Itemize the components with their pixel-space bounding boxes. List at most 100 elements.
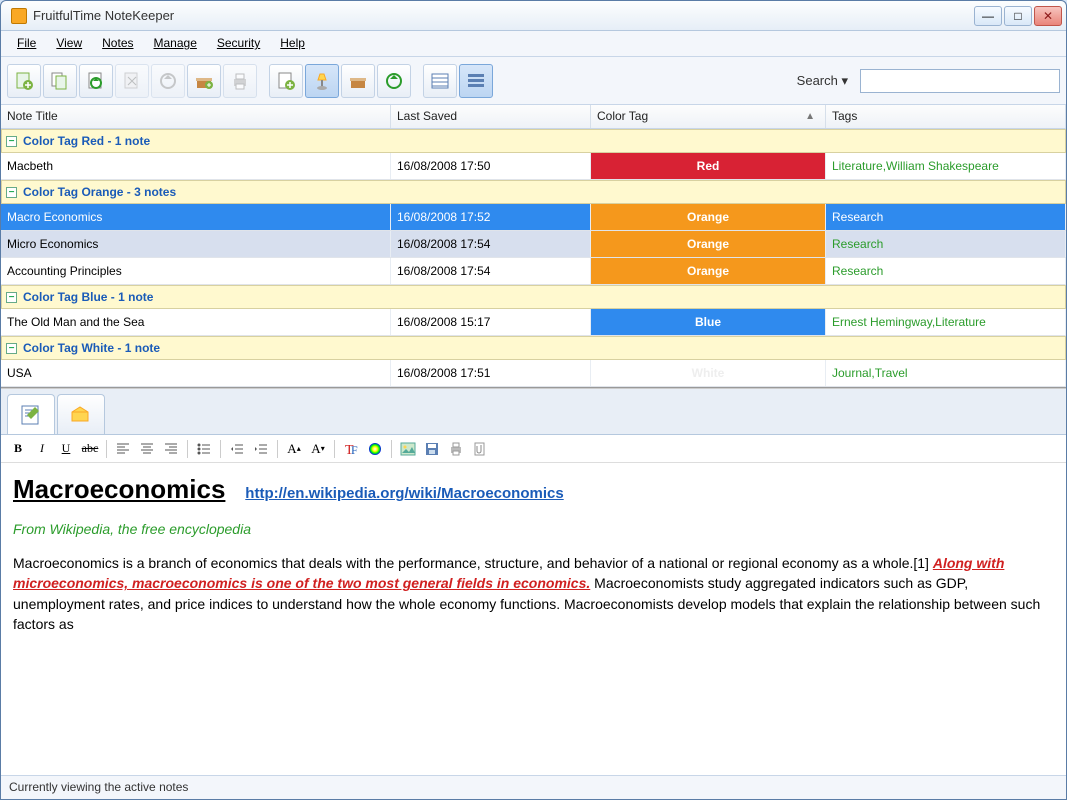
cell-title: The Old Man and the Sea: [1, 309, 391, 335]
restore-button[interactable]: [151, 64, 185, 98]
collapse-icon[interactable]: −: [6, 343, 17, 354]
cell-color-tag: Red: [591, 153, 826, 179]
cell-saved: 16/08/2008 17:54: [391, 231, 591, 257]
note-row[interactable]: Macro Economics16/08/2008 17:52OrangeRes…: [1, 204, 1066, 231]
editor-content[interactable]: Macroeconomics http://en.wikipedia.org/w…: [1, 463, 1066, 775]
cell-tags: Research: [826, 231, 1066, 257]
column-note-title[interactable]: Note Title: [1, 105, 391, 128]
align-left-button[interactable]: [112, 438, 134, 460]
menu-help[interactable]: Help: [270, 31, 315, 56]
strikethrough-button[interactable]: abc: [79, 438, 101, 460]
font-increase-button[interactable]: A▴: [283, 438, 305, 460]
new-note-button[interactable]: [7, 64, 41, 98]
cell-title: Macro Economics: [1, 204, 391, 230]
close-button[interactable]: ✕: [1034, 6, 1062, 26]
bold-button[interactable]: B: [7, 438, 29, 460]
align-center-button[interactable]: [136, 438, 158, 460]
group-header[interactable]: −Color Tag Red - 1 note: [1, 129, 1066, 153]
group-header[interactable]: −Color Tag Blue - 1 note: [1, 285, 1066, 309]
app-window: FruitfulTime NoteKeeper — □ ✕ File View …: [0, 0, 1067, 800]
save-button[interactable]: [421, 438, 443, 460]
cell-title: Micro Economics: [1, 231, 391, 257]
view-list-button[interactable]: [423, 64, 457, 98]
menu-security[interactable]: Security: [207, 31, 270, 56]
toolbar: Search ▾: [1, 57, 1066, 105]
insert-image-button[interactable]: [397, 438, 419, 460]
window-title: FruitfulTime NoteKeeper: [33, 8, 974, 23]
recycle-note-button[interactable]: [79, 64, 113, 98]
cell-color-tag: Orange: [591, 204, 826, 230]
align-right-button[interactable]: [160, 438, 182, 460]
status-bar: Currently viewing the active notes: [1, 775, 1066, 799]
print-editor-button[interactable]: [445, 438, 467, 460]
attach-button[interactable]: [469, 438, 491, 460]
menu-file[interactable]: File: [7, 31, 46, 56]
collapse-icon[interactable]: −: [6, 136, 17, 147]
import-button[interactable]: [269, 64, 303, 98]
source-subtitle: From Wikipedia, the free encyclopedia: [13, 519, 1054, 539]
archive-button[interactable]: [187, 64, 221, 98]
source-link[interactable]: http://en.wikipedia.org/wiki/Macroeconom…: [245, 485, 563, 502]
bullet-list-button[interactable]: [193, 438, 215, 460]
recycle-bin-button[interactable]: [377, 64, 411, 98]
tab-attachments[interactable]: [57, 394, 105, 434]
editor-tabs: [1, 389, 1066, 435]
cell-saved: 16/08/2008 17:50: [391, 153, 591, 179]
maximize-button[interactable]: □: [1004, 6, 1032, 26]
minimize-button[interactable]: —: [974, 6, 1002, 26]
note-row[interactable]: Accounting Principles16/08/2008 17:54Ora…: [1, 258, 1066, 285]
delete-note-button[interactable]: [115, 64, 149, 98]
sort-asc-icon: ▲: [805, 111, 815, 122]
menu-view[interactable]: View: [46, 31, 92, 56]
search-dropdown[interactable]: Search ▾: [791, 69, 854, 93]
copy-note-button[interactable]: [43, 64, 77, 98]
note-list[interactable]: −Color Tag Red - 1 noteMacbeth16/08/2008…: [1, 129, 1066, 388]
column-last-saved[interactable]: Last Saved: [391, 105, 591, 128]
cell-tags: Ernest Hemingway,Literature: [826, 309, 1066, 335]
print-button[interactable]: [223, 64, 257, 98]
app-icon: [11, 8, 27, 24]
note-row[interactable]: Macbeth16/08/2008 17:50RedLiterature,Wil…: [1, 153, 1066, 180]
font-dialog-button[interactable]: TF: [340, 438, 362, 460]
note-row[interactable]: USA16/08/2008 17:51WhiteJournal,Travel: [1, 360, 1066, 387]
italic-button[interactable]: I: [31, 438, 53, 460]
cell-tags: Journal,Travel: [826, 360, 1066, 386]
underline-button[interactable]: U: [55, 438, 77, 460]
cell-title: Macbeth: [1, 153, 391, 179]
group-header[interactable]: −Color Tag White - 1 note: [1, 336, 1066, 360]
svg-text:F: F: [351, 443, 358, 457]
cell-color-tag: Blue: [591, 309, 826, 335]
title-bar: FruitfulTime NoteKeeper — □ ✕: [1, 1, 1066, 31]
view-grouped-button[interactable]: [459, 64, 493, 98]
cell-tags: Research: [826, 258, 1066, 284]
indent-button[interactable]: [250, 438, 272, 460]
cell-saved: 16/08/2008 17:54: [391, 258, 591, 284]
collapse-icon[interactable]: −: [6, 292, 17, 303]
menu-manage[interactable]: Manage: [144, 31, 207, 56]
group-header[interactable]: −Color Tag Orange - 3 notes: [1, 180, 1066, 204]
format-toolbar: B I U abc A▴ A▾ TF: [1, 435, 1066, 463]
lamp-button[interactable]: [305, 64, 339, 98]
column-headers: Note Title Last Saved Color Tag▲ Tags: [1, 105, 1066, 129]
column-color-tag[interactable]: Color Tag▲: [591, 105, 826, 128]
column-tags[interactable]: Tags: [826, 105, 1066, 128]
outdent-button[interactable]: [226, 438, 248, 460]
note-row[interactable]: The Old Man and the Sea16/08/2008 15:17B…: [1, 309, 1066, 336]
color-picker-button[interactable]: [364, 438, 386, 460]
menu-notes[interactable]: Notes: [92, 31, 143, 56]
cell-color-tag: Orange: [591, 258, 826, 284]
cell-tags: Literature,William Shakespeare: [826, 153, 1066, 179]
tab-editor[interactable]: [7, 394, 55, 434]
cell-title: USA: [1, 360, 391, 386]
cell-saved: 16/08/2008 15:17: [391, 309, 591, 335]
search-area: Search ▾: [791, 69, 1060, 93]
cell-color-tag: White: [591, 360, 826, 386]
note-heading: Macroeconomics: [13, 471, 225, 509]
search-input[interactable]: [860, 69, 1060, 93]
collapse-icon[interactable]: −: [6, 187, 17, 198]
cell-color-tag: Orange: [591, 231, 826, 257]
font-decrease-button[interactable]: A▾: [307, 438, 329, 460]
note-row[interactable]: Micro Economics16/08/2008 17:54OrangeRes…: [1, 231, 1066, 258]
window-controls: — □ ✕: [974, 6, 1062, 26]
archive-box-button[interactable]: [341, 64, 375, 98]
